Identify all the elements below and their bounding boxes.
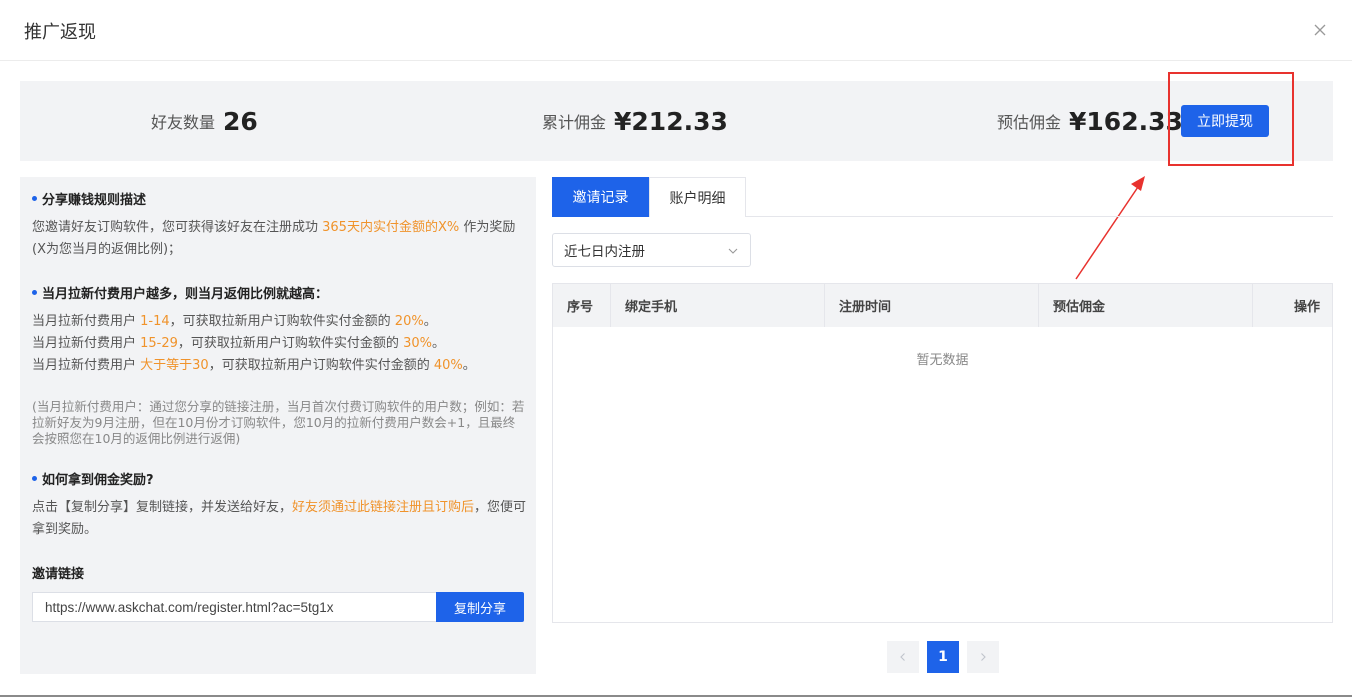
friends-stat: 好友数量 26 (151, 81, 258, 161)
invite-link-label: 邀请链接 (32, 567, 85, 582)
prev-page-button[interactable] (887, 641, 919, 673)
rules-panel: 分享赚钱规则描述 您邀请好友订购软件，您可获得该好友在注册成功 365天内实付金… (20, 177, 536, 674)
chevron-down-icon (728, 248, 738, 254)
tier-1: 当月拉新付费用户 1-14，可获取拉新用户订购软件实付金额的 20%。 (32, 314, 437, 329)
stats-bar: 好友数量 26 累计佣金 ¥212.33 预估佣金 ¥162.33 立即提现 (20, 81, 1333, 161)
friends-value: 26 (223, 106, 258, 136)
invite-link-input[interactable]: https://www.askchat.com/register.html?ac… (32, 592, 437, 622)
registration-period-select[interactable]: 近七日内注册 (552, 233, 751, 267)
estimated-commission-label: 预估佣金 (997, 113, 1062, 132)
tier-section-title: 当月拉新付费用户越多，则当月返佣比例就越高： (32, 283, 328, 302)
column-header-phone: 绑定手机 (611, 284, 825, 327)
chevron-right-icon (981, 653, 986, 661)
dialog-header: 推广返现 (0, 0, 1352, 61)
tab-invite-records[interactable]: 邀请记录 (552, 177, 649, 217)
how-to-text: 点击【复制分享】复制链接，并发送给好友，好友须通过此链接注册且订购后，您便可拿到… (32, 500, 527, 537)
tab-account-details[interactable]: 账户明细 (649, 177, 746, 217)
column-header-estimated-commission: 预估佣金 (1039, 284, 1253, 327)
tier-note: (当月拉新付费用户：通过您分享的链接注册，当月首次付费订购软件的用户数；例如：若… (32, 399, 525, 446)
close-icon[interactable] (1308, 18, 1332, 42)
page-1-button[interactable]: 1 (927, 641, 959, 673)
friends-label: 好友数量 (151, 113, 216, 132)
empty-state-text: 暂无数据 (916, 353, 969, 368)
records-tabs: 邀请记录 账户明细 (552, 177, 1333, 217)
tier-2: 当月拉新付费用户 15-29，可获取拉新用户订购软件实付金额的 30%。 (32, 336, 445, 351)
copy-share-button[interactable]: 复制分享 (436, 592, 524, 622)
estimated-commission-value: ¥162.33 (1069, 106, 1183, 136)
chevron-left-icon (900, 653, 905, 661)
bullet-icon (32, 476, 37, 481)
bullet-icon (32, 290, 37, 295)
estimated-commission-stat: 预估佣金 ¥162.33 (997, 81, 1183, 161)
column-header-register-time: 注册时间 (825, 284, 1039, 327)
dialog-title: 推广返现 (24, 22, 96, 43)
select-value: 近七日内注册 (564, 244, 645, 260)
total-commission-label: 累计佣金 (542, 113, 607, 132)
total-commission-stat: 累计佣金 ¥212.33 (542, 81, 728, 161)
tier-3: 当月拉新付费用户 大于等于30，可获取拉新用户订购软件实付金额的 40%。 (32, 358, 476, 373)
rules-description: 您邀请好友订购软件，您可获得该好友在注册成功 365天内实付金额的X% 作为奖励… (32, 220, 516, 257)
table-header: 序号 绑定手机 注册时间 预估佣金 操作 (553, 284, 1332, 327)
records-table: 序号 绑定手机 注册时间 预估佣金 操作 暂无数据 (552, 283, 1333, 623)
withdraw-button[interactable]: 立即提现 (1181, 105, 1269, 137)
how-to-title: 如何拿到佣金奖励? (32, 469, 154, 488)
column-header-index: 序号 (553, 284, 611, 327)
bullet-icon (32, 196, 37, 201)
column-header-action: 操作 (1293, 300, 1320, 315)
rules-section-title: 分享赚钱规则描述 (32, 189, 146, 208)
total-commission-value: ¥212.33 (614, 106, 728, 136)
next-page-button[interactable] (967, 641, 999, 673)
